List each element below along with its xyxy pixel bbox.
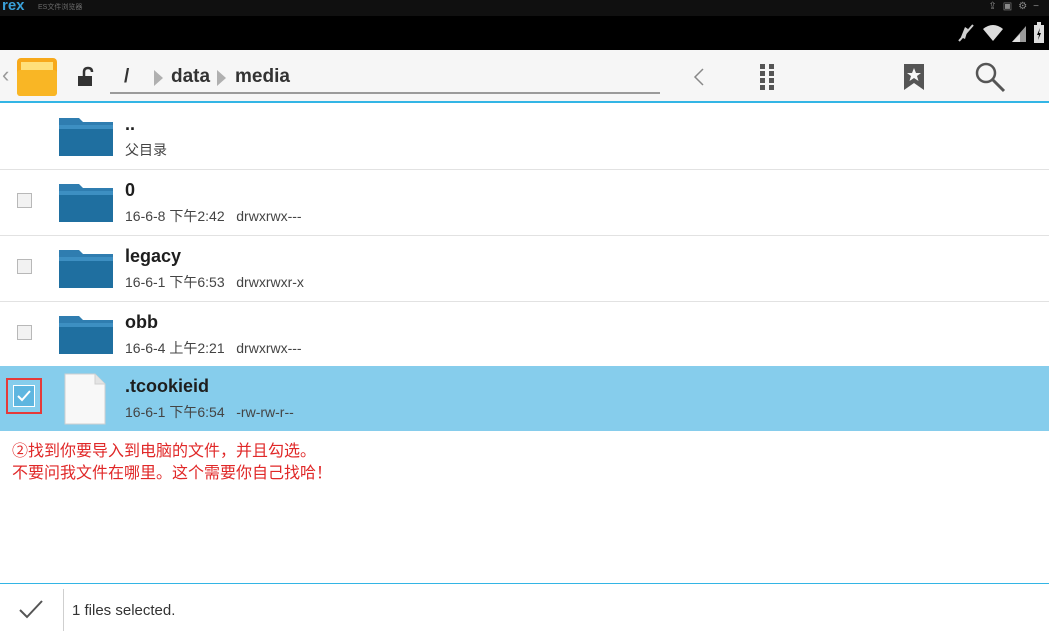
confirm-check-icon[interactable] [18,598,44,620]
mute-icon [958,24,974,42]
document-icon [64,373,106,425]
list-item-legacy[interactable]: legacy 16-6-1 下午6:53 drwxrwxr-x [0,236,1049,302]
app-brand: rex [2,0,25,14]
file-name: .. [125,114,136,134]
row-checkbox[interactable] [17,325,32,340]
share-icon[interactable]: ⇪ [988,1,1002,12]
drawer-chevron-icon[interactable]: ‹ [2,64,9,86]
row-checkbox-checked[interactable] [13,385,35,407]
status-bar [0,16,1049,50]
file-name: obb [125,312,158,332]
breadcrumb[interactable]: / data media [110,66,660,94]
breadcrumb-separator-icon [154,70,163,86]
breadcrumb-data[interactable]: data [171,66,210,88]
file-meta: 16-6-1 下午6:53 drwxrwxr-x [125,274,304,290]
annotation-line-2: 不要问我文件在哪里。这个需要你自己找哈！ [12,463,333,482]
back-icon [693,68,704,86]
toolbar-divider [0,101,1049,103]
dash-icon[interactable]: − [1033,1,1045,12]
bottom-separator [63,589,64,631]
list-item-parent[interactable]: .. 父目录 [0,104,1049,170]
gear-icon[interactable]: ⚙ [1018,1,1033,12]
app-folder-icon[interactable] [15,56,59,98]
breadcrumb-separator-icon [217,70,226,86]
wifi-icon [983,25,1003,41]
folder-icon [59,118,113,156]
signal-icon [1012,26,1026,42]
view-grid-button[interactable] [752,58,782,96]
list-item-obb[interactable]: obb 16-6-4 上午2:21 drwxrwx--- [0,302,1049,368]
breadcrumb-root[interactable]: / [124,66,129,88]
row-checkbox[interactable] [17,193,32,208]
selection-status: 1 files selected. [72,602,176,619]
back-button[interactable] [684,58,714,96]
grid-icon [760,64,774,90]
folder-icon [59,316,113,354]
top-strip-icons: ⇪▣⚙− [988,1,1045,12]
list-item-0[interactable]: 0 16-6-8 下午2:42 drwxrwx--- [0,170,1049,236]
file-meta: 16-6-8 下午2:42 drwxrwx--- [125,208,302,224]
annotation-line-1: ②找到你要导入到电脑的文件，并且勾选。 [12,441,317,460]
tutorial-annotation: ②找到你要导入到电脑的文件，并且勾选。 不要问我文件在哪里。这个需要你自己找哈！ [12,440,332,484]
folder-icon [59,184,113,222]
check-icon [17,390,31,402]
file-name: 0 [125,180,136,200]
file-meta: 父目录 [125,142,167,158]
window-icon[interactable]: ▣ [1003,1,1018,12]
battery-icon [1034,22,1044,43]
folder-icon [59,250,113,288]
search-icon [975,62,1006,93]
list-item-tcookieid[interactable]: .tcookieid 16-6-1 下午6:54 -rw-rw-r-- [0,366,1049,431]
file-name: .tcookieid [125,376,210,396]
bookmark-icon [904,64,924,90]
top-strip: rex ES文件浏览器 ⇪▣⚙− [0,0,1049,16]
unlock-icon[interactable] [76,66,98,88]
bookmark-button[interactable] [897,58,931,96]
file-meta: 16-6-1 下午6:54 -rw-rw-r-- [125,404,294,420]
app-brand-subtitle: ES文件浏览器 [38,4,83,11]
row-checkbox[interactable] [17,259,32,274]
file-name: legacy [125,246,182,266]
breadcrumb-media[interactable]: media [235,66,290,88]
search-button[interactable] [970,58,1010,96]
file-meta: 16-6-4 上午2:21 drwxrwx--- [125,340,302,356]
